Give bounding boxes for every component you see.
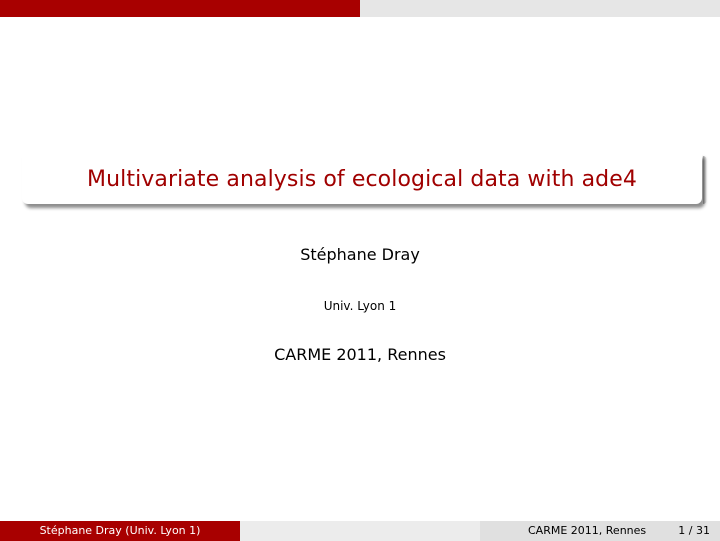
slide-institute: Univ. Lyon 1 (323, 299, 397, 313)
footer-author: Stéphane Dray (Univ. Lyon 1) (0, 521, 240, 541)
footer-conference: CARME 2011, Rennes (528, 524, 647, 537)
page-number: 1 / 31 (678, 524, 710, 537)
footer-right: CARME 2011, Rennes 1 / 31 (480, 521, 720, 541)
slide-title: Multivariate analysis of ecological data… (87, 166, 637, 192)
slide-date: CARME 2011, Rennes (274, 345, 446, 364)
header-bar (0, 0, 720, 17)
footer: Stéphane Dray (Univ. Lyon 1) CARME 2011,… (0, 521, 720, 541)
footer-middle (240, 521, 480, 541)
header-bar-left (0, 0, 360, 17)
slide-author: Stéphane Dray (300, 245, 420, 264)
header-bar-right (360, 0, 720, 17)
title-box: Multivariate analysis of ecological data… (22, 154, 707, 204)
